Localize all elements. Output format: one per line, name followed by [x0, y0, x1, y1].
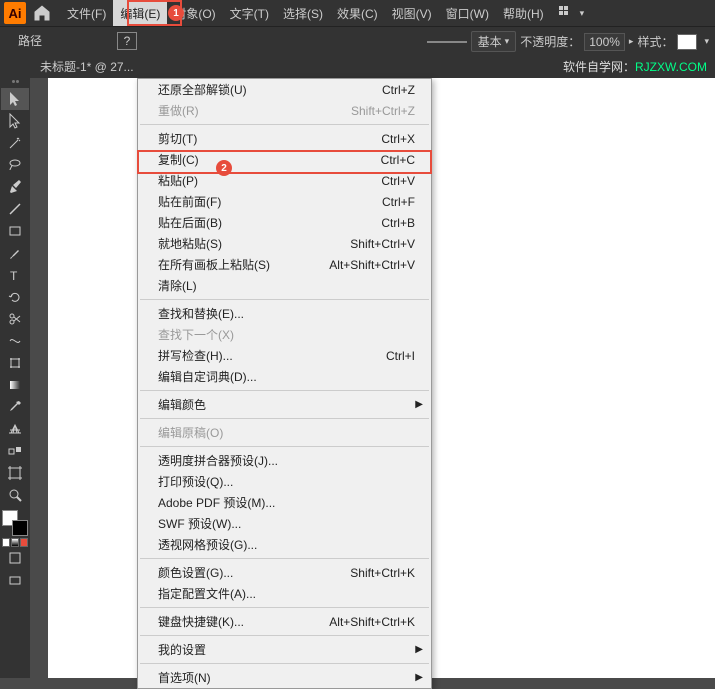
- menu-find-next: 查找下一个(X): [138, 324, 431, 345]
- menu-transparency-flattener[interactable]: 透明度拼合器预设(J)...: [138, 450, 431, 471]
- menu-undo[interactable]: 还原全部解锁(U)Ctrl+Z: [138, 79, 431, 100]
- home-icon[interactable]: [32, 3, 52, 23]
- brush-basic-dropdown[interactable]: 基本▾: [471, 31, 517, 52]
- annotation-badge-2: 2: [216, 160, 232, 176]
- menu-paste[interactable]: 粘贴(P)Ctrl+V: [138, 170, 431, 191]
- rotate-tool-icon[interactable]: [1, 286, 29, 308]
- help-icon[interactable]: ?: [117, 32, 137, 50]
- menu-view[interactable]: 视图(V): [385, 0, 439, 26]
- eyedropper-tool-icon[interactable]: [1, 396, 29, 418]
- menu-effect[interactable]: 效果(C): [330, 0, 385, 26]
- menu-separator: [140, 446, 429, 447]
- menu-paste-all-artboards[interactable]: 在所有画板上粘贴(S)Alt+Shift+Ctrl+V: [138, 254, 431, 275]
- menu-edit-original: 编辑原稿(O): [138, 422, 431, 443]
- menu-paste-place[interactable]: 就地粘贴(S)Shift+Ctrl+V: [138, 233, 431, 254]
- style-label: 样式：: [637, 33, 673, 50]
- menu-copy[interactable]: 复制(C)Ctrl+C: [138, 149, 431, 170]
- menu-separator: [140, 635, 429, 636]
- svg-text:T: T: [10, 269, 18, 283]
- menu-separator: [140, 124, 429, 125]
- menu-separator: [140, 299, 429, 300]
- lasso-tool-icon[interactable]: [1, 154, 29, 176]
- line-tool-icon[interactable]: [1, 198, 29, 220]
- panel-handle-icon[interactable]: [2, 80, 28, 86]
- workspace-switcher-icon[interactable]: ▾: [559, 6, 585, 20]
- document-tabs: 未标题-1* @ 27... 软件自学网：RJZXW.COM: [0, 54, 715, 78]
- blend-tool-icon[interactable]: [1, 440, 29, 462]
- menu-swf-presets[interactable]: SWF 预设(W)...: [138, 513, 431, 534]
- menu-separator: [140, 558, 429, 559]
- menu-my-settings[interactable]: 我的设置▶: [138, 639, 431, 660]
- app-logo: Ai: [4, 2, 26, 24]
- magic-wand-tool-icon[interactable]: [1, 132, 29, 154]
- width-tool-icon[interactable]: [1, 330, 29, 352]
- path-label: 路径: [18, 32, 42, 49]
- menu-window[interactable]: 窗口(W): [439, 0, 496, 26]
- artboard-tool-icon[interactable]: [1, 462, 29, 484]
- perspective-grid-tool-icon[interactable]: [1, 418, 29, 440]
- opacity-input[interactable]: 100%: [584, 33, 625, 51]
- menu-keyboard-shortcuts[interactable]: 键盘快捷键(K)...Alt+Shift+Ctrl+K: [138, 611, 431, 632]
- control-bar-right: 基本▾ 不透明度： 100% ▸ 样式： ▾: [427, 31, 709, 52]
- direct-selection-tool-icon[interactable]: [1, 110, 29, 132]
- menu-edit[interactable]: 编辑(E): [113, 0, 167, 26]
- type-tool-icon[interactable]: T: [1, 264, 29, 286]
- menu-print-presets[interactable]: 打印预设(Q)...: [138, 471, 431, 492]
- main-area: T 还原全部解锁(U)Ctrl+Z 重做(R)Shift+Ctrl+Z 剪切(T…: [0, 78, 715, 678]
- menu-redo: 重做(R)Shift+Ctrl+Z: [138, 100, 431, 121]
- top-menubar: Ai 文件(F) 编辑(E) 对象(O) 文字(T) 选择(S) 效果(C) 视…: [0, 0, 715, 26]
- menu-separator: [140, 607, 429, 608]
- selection-tool-icon[interactable]: [1, 88, 29, 110]
- zoom-tool-icon[interactable]: [1, 484, 29, 506]
- rectangle-tool-icon[interactable]: [1, 220, 29, 242]
- control-bar: 路径 ? 基本▾ 不透明度： 100% ▸ 样式： ▾: [0, 26, 715, 54]
- menu-clear[interactable]: 清除(L): [138, 275, 431, 296]
- edit-dropdown-menu: 还原全部解锁(U)Ctrl+Z 重做(R)Shift+Ctrl+Z 剪切(T)C…: [137, 78, 432, 689]
- color-mode-icons[interactable]: [1, 538, 29, 547]
- free-transform-tool-icon[interactable]: [1, 352, 29, 374]
- pen-tool-icon[interactable]: [1, 176, 29, 198]
- document-tab[interactable]: 未标题-1* @ 27...: [30, 58, 144, 75]
- draw-mode-icon[interactable]: [1, 569, 29, 591]
- tool-panel: T: [0, 78, 30, 678]
- menu-file[interactable]: 文件(F): [60, 0, 113, 26]
- menu-perspective-presets[interactable]: 透视网格预设(G)...: [138, 534, 431, 555]
- menu-separator: [140, 390, 429, 391]
- menu-separator: [140, 418, 429, 419]
- menu-paste-front[interactable]: 贴在前面(F)Ctrl+F: [138, 191, 431, 212]
- watermark: 软件自学网：RJZXW.COM: [563, 58, 707, 75]
- opacity-label: 不透明度：: [520, 33, 580, 50]
- menu-find-replace[interactable]: 查找和替换(E)...: [138, 303, 431, 324]
- screen-mode-icon[interactable]: [1, 547, 29, 569]
- stroke-swatch[interactable]: [12, 520, 28, 536]
- menu-pdf-presets[interactable]: Adobe PDF 预设(M)...: [138, 492, 431, 513]
- style-swatch[interactable]: [677, 34, 697, 50]
- menu-select[interactable]: 选择(S): [276, 0, 330, 26]
- color-swatches[interactable]: [2, 510, 28, 536]
- menu-custom-dictionary[interactable]: 编辑自定词典(D)...: [138, 366, 431, 387]
- annotation-badge-1: 1: [168, 5, 184, 21]
- menu-items: 文件(F) 编辑(E) 对象(O) 文字(T) 选择(S) 效果(C) 视图(V…: [60, 0, 551, 26]
- menu-spell-check[interactable]: 拼写检查(H)...Ctrl+I: [138, 345, 431, 366]
- scissors-tool-icon[interactable]: [1, 308, 29, 330]
- brush-tool-icon[interactable]: [1, 242, 29, 264]
- menu-help[interactable]: 帮助(H): [496, 0, 551, 26]
- menu-separator: [140, 663, 429, 664]
- gradient-tool-icon[interactable]: [1, 374, 29, 396]
- menu-cut[interactable]: 剪切(T)Ctrl+X: [138, 128, 431, 149]
- stroke-line-icon: [427, 41, 467, 43]
- menu-paste-back[interactable]: 贴在后面(B)Ctrl+B: [138, 212, 431, 233]
- menu-color-settings[interactable]: 颜色设置(G)...Shift+Ctrl+K: [138, 562, 431, 583]
- menu-type[interactable]: 文字(T): [223, 0, 276, 26]
- menu-edit-colors[interactable]: 编辑颜色▶: [138, 394, 431, 415]
- menu-assign-profile[interactable]: 指定配置文件(A)...: [138, 583, 431, 604]
